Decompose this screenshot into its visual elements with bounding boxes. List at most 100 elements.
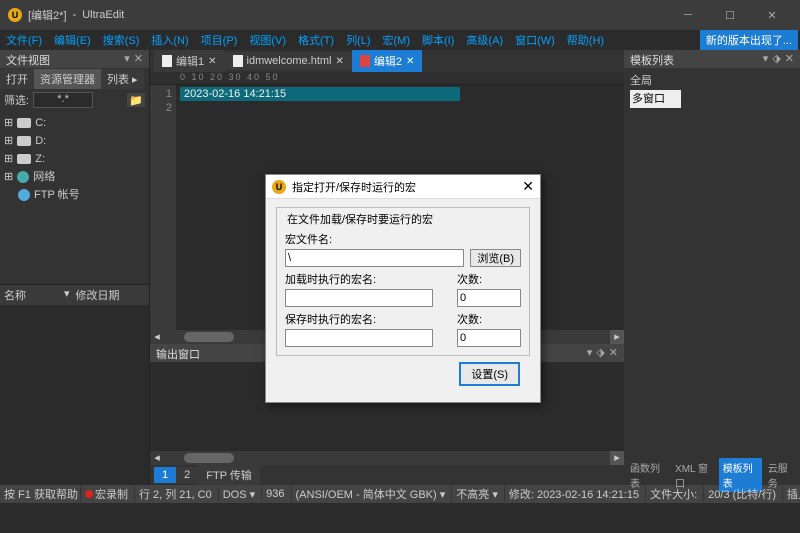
filter-label: 筛选:: [4, 92, 29, 108]
col-date[interactable]: 修改日期: [70, 287, 145, 303]
sb-cp: 936: [261, 488, 288, 500]
tab-close-icon[interactable]: ✕: [208, 56, 216, 67]
drive-tree: ⊞ C: ⊞ D: ⊞ Z: ⊞ 网络 FTP 帐号: [0, 110, 149, 208]
list-tab[interactable]: 列表 ▸: [101, 69, 144, 89]
doc-tab-3[interactable]: 编辑2✕: [352, 50, 423, 72]
sb-enc[interactable]: (ANSI/OEM - 简体中文 GBK) ▾: [291, 486, 450, 502]
template-multiwindow[interactable]: 多窗口: [630, 90, 681, 108]
browse-button[interactable]: 浏览(B): [470, 249, 521, 267]
sb-record[interactable]: 宏录制: [80, 486, 132, 502]
minimize-button[interactable]: ─: [668, 1, 708, 29]
dialog-title: 指定打开/保存时运行的宏: [292, 179, 416, 195]
file-view-header: 文件视图 ▾✕: [0, 50, 149, 68]
drive-z[interactable]: ⊞ Z:: [4, 150, 145, 168]
drive-d[interactable]: ⊞ D:: [4, 132, 145, 150]
explorer-tab[interactable]: 资源管理器: [34, 69, 101, 89]
scroll-right-icon[interactable]: ▸: [610, 451, 624, 465]
file-view-pane: 文件视图 ▾✕ 打开 资源管理器 列表 ▸ 筛选: *.* 📁 ⊞ C: ⊞ D…: [0, 50, 150, 485]
col-name[interactable]: 名称: [4, 287, 64, 303]
file-label: 宏文件名:: [285, 231, 521, 247]
file-list-header: 名称 ▾ 修改日期: [0, 284, 149, 305]
template-dropdown-icon[interactable]: ▾: [763, 52, 769, 66]
output-tab-ftp[interactable]: FTP 传输: [198, 465, 260, 485]
sb-pos: 行 2, 列 21, C0: [134, 486, 216, 502]
title-app: UltraEdit: [82, 9, 124, 21]
file-list-body: [0, 305, 149, 485]
scroll-right-icon[interactable]: ▸: [610, 330, 624, 344]
text-line-1[interactable]: 2023-02-16 14:21:15: [180, 87, 460, 101]
output-close-icon[interactable]: ✕: [609, 346, 618, 360]
menu-macro[interactable]: 宏(M): [383, 32, 411, 48]
output-tabs: 1 2 FTP 传输: [150, 465, 624, 485]
load-count-label: 次数:: [457, 271, 521, 287]
network-item[interactable]: ⊞ 网络: [4, 168, 145, 186]
sb-ins[interactable]: 插入: [782, 486, 800, 502]
save-count-input[interactable]: [457, 329, 521, 347]
output-title: 输出窗口: [156, 346, 200, 360]
menu-column[interactable]: 列(L): [346, 32, 370, 48]
filter-input[interactable]: *.*: [33, 92, 93, 108]
fieldset-legend: 在文件加载/保存时要运行的宏: [285, 211, 435, 227]
ftp-item[interactable]: FTP 帐号: [4, 186, 145, 204]
scrollbar-thumb[interactable]: [184, 332, 234, 342]
file-icon: [360, 55, 370, 67]
scrollbar-thumb[interactable]: [184, 453, 234, 463]
template-pin-icon[interactable]: ⬗: [772, 52, 780, 66]
menu-window[interactable]: 窗口(W): [515, 32, 555, 48]
macro-file-input[interactable]: [285, 249, 464, 267]
maximize-button[interactable]: ☐: [710, 1, 750, 29]
pin-icon[interactable]: ▾: [124, 52, 130, 66]
load-count-input[interactable]: [457, 289, 521, 307]
folder-icon[interactable]: 📁: [127, 93, 145, 107]
sb-os[interactable]: DOS ▾: [218, 488, 259, 501]
new-version-banner[interactable]: 新的版本出现了...: [700, 30, 798, 50]
template-title: 模板列表: [630, 52, 674, 66]
record-icon: [85, 490, 93, 498]
title-doc: [编辑2*]: [28, 7, 67, 23]
menu-insert[interactable]: 插入(N): [151, 32, 188, 48]
menu-script[interactable]: 脚本(I): [422, 32, 454, 48]
tab-close-icon[interactable]: ✕: [335, 56, 343, 67]
sb-help: 按 F1 获取帮助: [4, 486, 78, 502]
ruler: 0 10 20 30 40 50: [150, 72, 624, 85]
document-tabs: 编辑1✕ idmwelcome.html✕ 编辑2✕: [150, 50, 624, 72]
menu-edit[interactable]: 编辑(E): [54, 32, 91, 48]
menu-help[interactable]: 帮助(H): [567, 32, 604, 48]
tab-close-icon[interactable]: ✕: [406, 56, 414, 67]
titlebar: U [编辑2*] - UltraEdit ─ ☐ ✕: [0, 0, 800, 30]
drive-c[interactable]: ⊞ C:: [4, 114, 145, 132]
dialog-close-icon[interactable]: ✕: [522, 178, 534, 195]
menu-format[interactable]: 格式(T): [298, 32, 334, 48]
file-icon: [233, 55, 243, 67]
load-macro-label: 加载时执行的宏名:: [285, 271, 433, 287]
save-count-label: 次数:: [457, 311, 521, 327]
output-dropdown-icon[interactable]: ▾: [587, 346, 593, 360]
output-hscroll[interactable]: ◂ ▸: [150, 451, 624, 465]
sb-mod: 修改: 2023-02-16 14:21:15: [504, 486, 643, 502]
set-button[interactable]: 设置(S): [459, 362, 520, 386]
template-global[interactable]: 全局: [630, 72, 794, 90]
save-macro-label: 保存时执行的宏名:: [285, 311, 433, 327]
doc-tab-2[interactable]: idmwelcome.html✕: [225, 52, 352, 70]
menu-view[interactable]: 视图(V): [249, 32, 286, 48]
file-icon: [162, 55, 172, 67]
template-close-icon[interactable]: ✕: [785, 52, 794, 66]
close-button[interactable]: ✕: [752, 1, 792, 29]
pane-close-icon[interactable]: ✕: [134, 52, 143, 66]
dialog-titlebar[interactable]: U 指定打开/保存时运行的宏 ✕: [266, 175, 540, 199]
menu-advanced[interactable]: 高级(A): [466, 32, 503, 48]
open-button[interactable]: 打开: [0, 69, 34, 89]
menu-project[interactable]: 项目(P): [201, 32, 238, 48]
menu-search[interactable]: 搜索(S): [103, 32, 140, 48]
output-pin-icon[interactable]: ⬗: [596, 346, 604, 360]
menubar: 文件(F) 编辑(E) 搜索(S) 插入(N) 项目(P) 视图(V) 格式(T…: [0, 30, 800, 50]
doc-tab-1[interactable]: 编辑1✕: [154, 50, 225, 72]
save-macro-input[interactable]: [285, 329, 433, 347]
sb-hl[interactable]: 不高亮 ▾: [451, 486, 502, 502]
menu-file[interactable]: 文件(F): [6, 32, 42, 48]
template-pane: 模板列表 ▾⬗✕ 全局 多窗口 函数列表 XML 窗口 模板列表 云服务: [624, 50, 800, 485]
output-tab-2[interactable]: 2: [176, 467, 198, 483]
load-macro-input[interactable]: [285, 289, 433, 307]
output-tab-1[interactable]: 1: [154, 467, 176, 483]
sb-size: 文件大小:: [645, 486, 701, 502]
